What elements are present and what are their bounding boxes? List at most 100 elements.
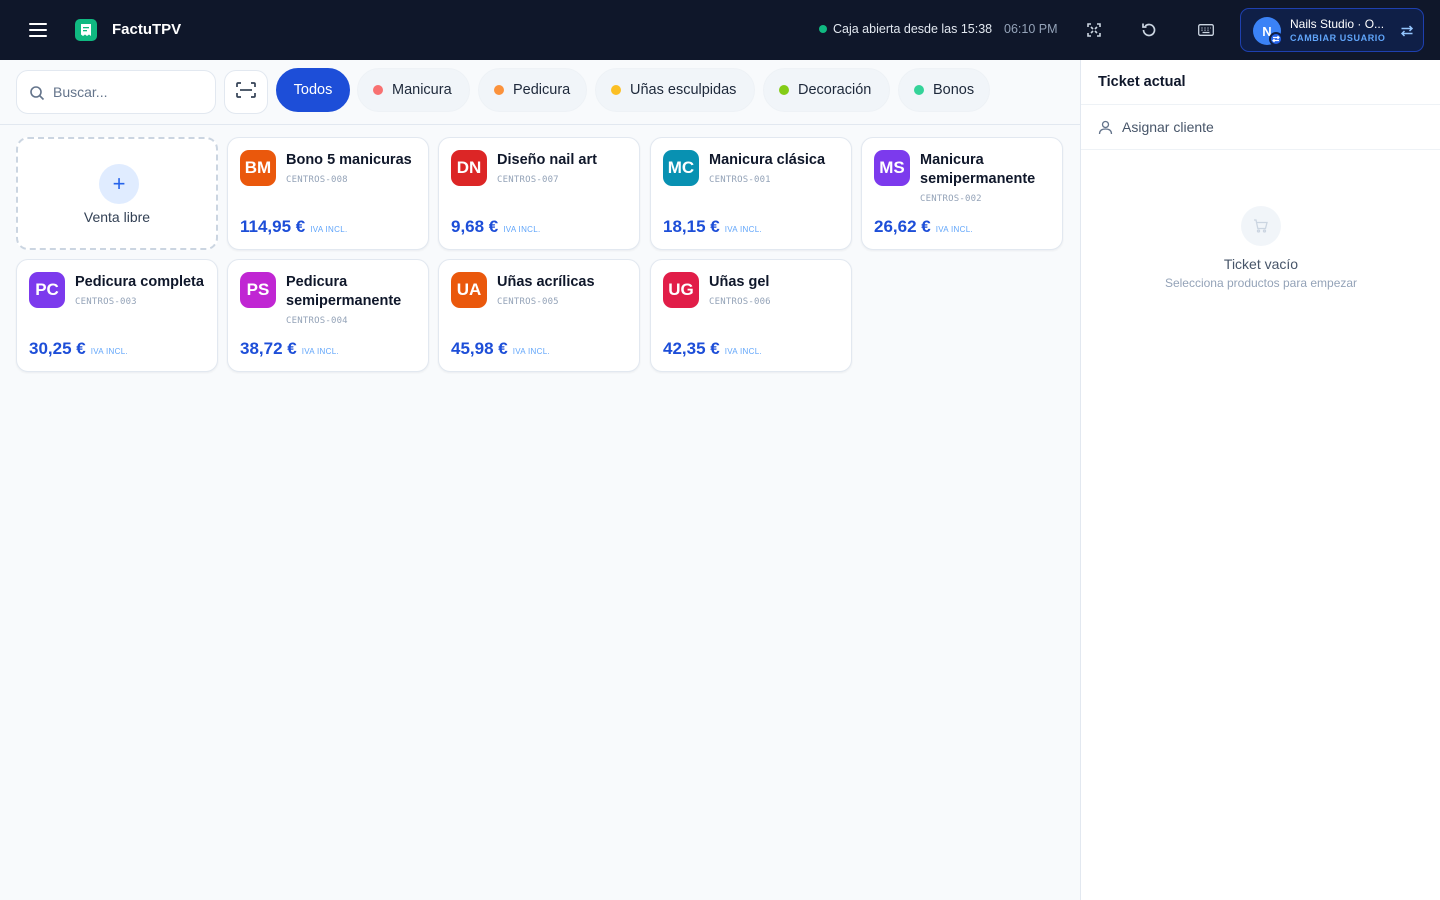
receipt-logo-icon <box>75 19 97 41</box>
category-chip-bonos[interactable]: Bonos <box>898 68 990 112</box>
assign-client-label: Asignar cliente <box>1122 119 1214 135</box>
product-price: 42,35 € <box>663 339 720 358</box>
product-name: Manicura semipermanente <box>920 152 1036 187</box>
category-chip-todos[interactable]: Todos <box>276 68 350 112</box>
tax-note: IVA INCL. <box>724 225 762 234</box>
category-chip-unas-esculpidas[interactable]: Uñas esculpidas <box>595 68 755 112</box>
tax-note: IVA INCL. <box>301 347 339 356</box>
tax-note: IVA INCL. <box>512 347 550 356</box>
free-sale-card[interactable]: + Venta libre <box>16 137 218 250</box>
category-dot <box>779 85 789 95</box>
category-label: Decoración <box>798 82 872 98</box>
product-name: Uñas acrílicas <box>497 274 595 290</box>
product-card[interactable]: BM Bono 5 manicuras CENTROS-008 114,95 € I… <box>227 137 429 250</box>
app-name: FactuTPV <box>112 21 182 38</box>
free-sale-label: Venta libre <box>83 209 151 225</box>
product-price: 18,15 € <box>663 217 720 236</box>
product-name: Bono 5 manicuras <box>286 152 412 168</box>
product-initials: MC <box>663 150 699 186</box>
tax-note: IVA INCL. <box>503 225 541 234</box>
product-price: 114,95 € <box>240 217 306 236</box>
product-sku: CENTROS-007 <box>497 175 559 185</box>
product-initials: UG <box>663 272 699 308</box>
product-price: 45,98 € <box>451 339 508 358</box>
category-label: Bonos <box>933 82 975 98</box>
product-price: 38,72 € <box>240 339 297 358</box>
category-chip-decoracion[interactable]: Decoración <box>763 68 890 112</box>
product-card[interactable]: MC Manicura clásica CENTROS-001 18,15 € IV… <box>650 137 852 250</box>
category-chip-manicura[interactable]: Manicura <box>357 68 470 112</box>
product-initials: DN <box>451 150 487 186</box>
product-card[interactable]: PC Pedicura completa CENTROS-003 30,25 € I… <box>16 259 218 372</box>
switch-user-button[interactable]: N Nails Studio · O... CAMBIAR USUARIO <box>1240 8 1424 52</box>
user-icon <box>1098 120 1113 135</box>
product-name: Diseño nail art <box>497 152 597 168</box>
ticket-title: Ticket actual <box>1098 74 1186 90</box>
status-dot <box>819 25 827 33</box>
category-dot <box>494 85 504 95</box>
filter-bar: Todos Manicura Pedicura Uñas esculpidas … <box>0 60 1080 125</box>
assign-client-button[interactable]: Asignar cliente <box>1098 116 1214 138</box>
product-initials: PS <box>240 272 276 308</box>
plus-icon: + <box>99 164 139 204</box>
product-price: 30,25 € <box>29 339 86 358</box>
product-card[interactable]: UG Uñas gel CENTROS-006 42,35 € IVA INCL. <box>650 259 852 372</box>
product-sku: CENTROS-002 <box>920 194 982 204</box>
category-chip-pedicura[interactable]: Pedicura <box>478 68 587 112</box>
product-card[interactable]: UA Uñas acrílicas CENTROS-005 45,98 € IVA … <box>438 259 640 372</box>
product-name: Pedicura semipermanente <box>286 274 402 309</box>
empty-ticket-subtitle: Selecciona productos para empezar <box>1164 276 1358 290</box>
keyboard-icon[interactable] <box>1194 18 1218 42</box>
status-text: Caja abierta desde las 15:38 <box>833 22 993 36</box>
divider <box>1081 104 1440 105</box>
divider <box>1081 149 1440 150</box>
product-name: Uñas gel <box>709 274 770 290</box>
tax-note: IVA INCL. <box>935 225 973 234</box>
product-price: 26,62 € <box>874 217 931 236</box>
fullscreen-icon[interactable] <box>1082 18 1106 42</box>
product-sku: CENTROS-001 <box>709 175 771 185</box>
product-initials: BM <box>240 150 276 186</box>
search-box <box>16 70 216 114</box>
user-name: Nails Studio · O... <box>1290 17 1385 31</box>
category-dot <box>611 85 621 95</box>
tax-note: IVA INCL. <box>310 225 348 234</box>
clock: 06:10 PM <box>1004 22 1058 36</box>
ticket-panel: Ticket actual Asignar cliente Ticket vac… <box>1080 60 1440 900</box>
search-input[interactable] <box>53 81 203 103</box>
tax-note: IVA INCL. <box>724 347 762 356</box>
product-price: 9,68 € <box>451 217 499 236</box>
refresh-icon[interactable] <box>1137 18 1161 42</box>
top-bar: FactuTPV Caja abierta desde las 15:38 06… <box>0 0 1440 60</box>
product-sku: CENTROS-004 <box>286 316 348 326</box>
category-label: Pedicura <box>513 82 571 98</box>
category-dot <box>914 85 924 95</box>
category-dot <box>373 85 383 95</box>
register-status: Caja abierta desde las 15:38 <box>819 22 992 36</box>
empty-ticket-title: Ticket vacío <box>1223 256 1299 272</box>
barcode-scan-icon <box>236 81 256 103</box>
product-sku: CENTROS-006 <box>709 297 771 307</box>
product-card[interactable]: MS Manicura semipermanente CENTROS-002 26… <box>861 137 1063 250</box>
product-initials: PC <box>29 272 65 308</box>
switch-user-label: CAMBIAR USUARIO <box>1290 33 1386 43</box>
cart-icon <box>1241 206 1281 246</box>
product-sku: CENTROS-003 <box>75 297 137 307</box>
menu-icon[interactable] <box>24 18 52 42</box>
product-initials: UA <box>451 272 487 308</box>
barcode-scan-button[interactable] <box>224 70 268 114</box>
product-card[interactable]: PS Pedicura semipermanente CENTROS-004 38… <box>227 259 429 372</box>
product-name: Pedicura completa <box>75 274 204 290</box>
product-name: Manicura clásica <box>709 152 826 168</box>
swap-badge-icon <box>1269 32 1283 46</box>
search-icon <box>29 85 45 101</box>
category-label: Todos <box>293 82 333 98</box>
product-initials: MS <box>874 150 910 186</box>
category-label: Uñas esculpidas <box>630 82 737 98</box>
product-sku: CENTROS-005 <box>497 297 559 307</box>
tax-note: IVA INCL. <box>90 347 128 356</box>
swap-icon <box>1399 23 1415 39</box>
product-card[interactable]: DN Diseño nail art CENTROS-007 9,68 € IVA … <box>438 137 640 250</box>
category-label: Manicura <box>392 82 452 98</box>
product-sku: CENTROS-008 <box>286 175 348 185</box>
